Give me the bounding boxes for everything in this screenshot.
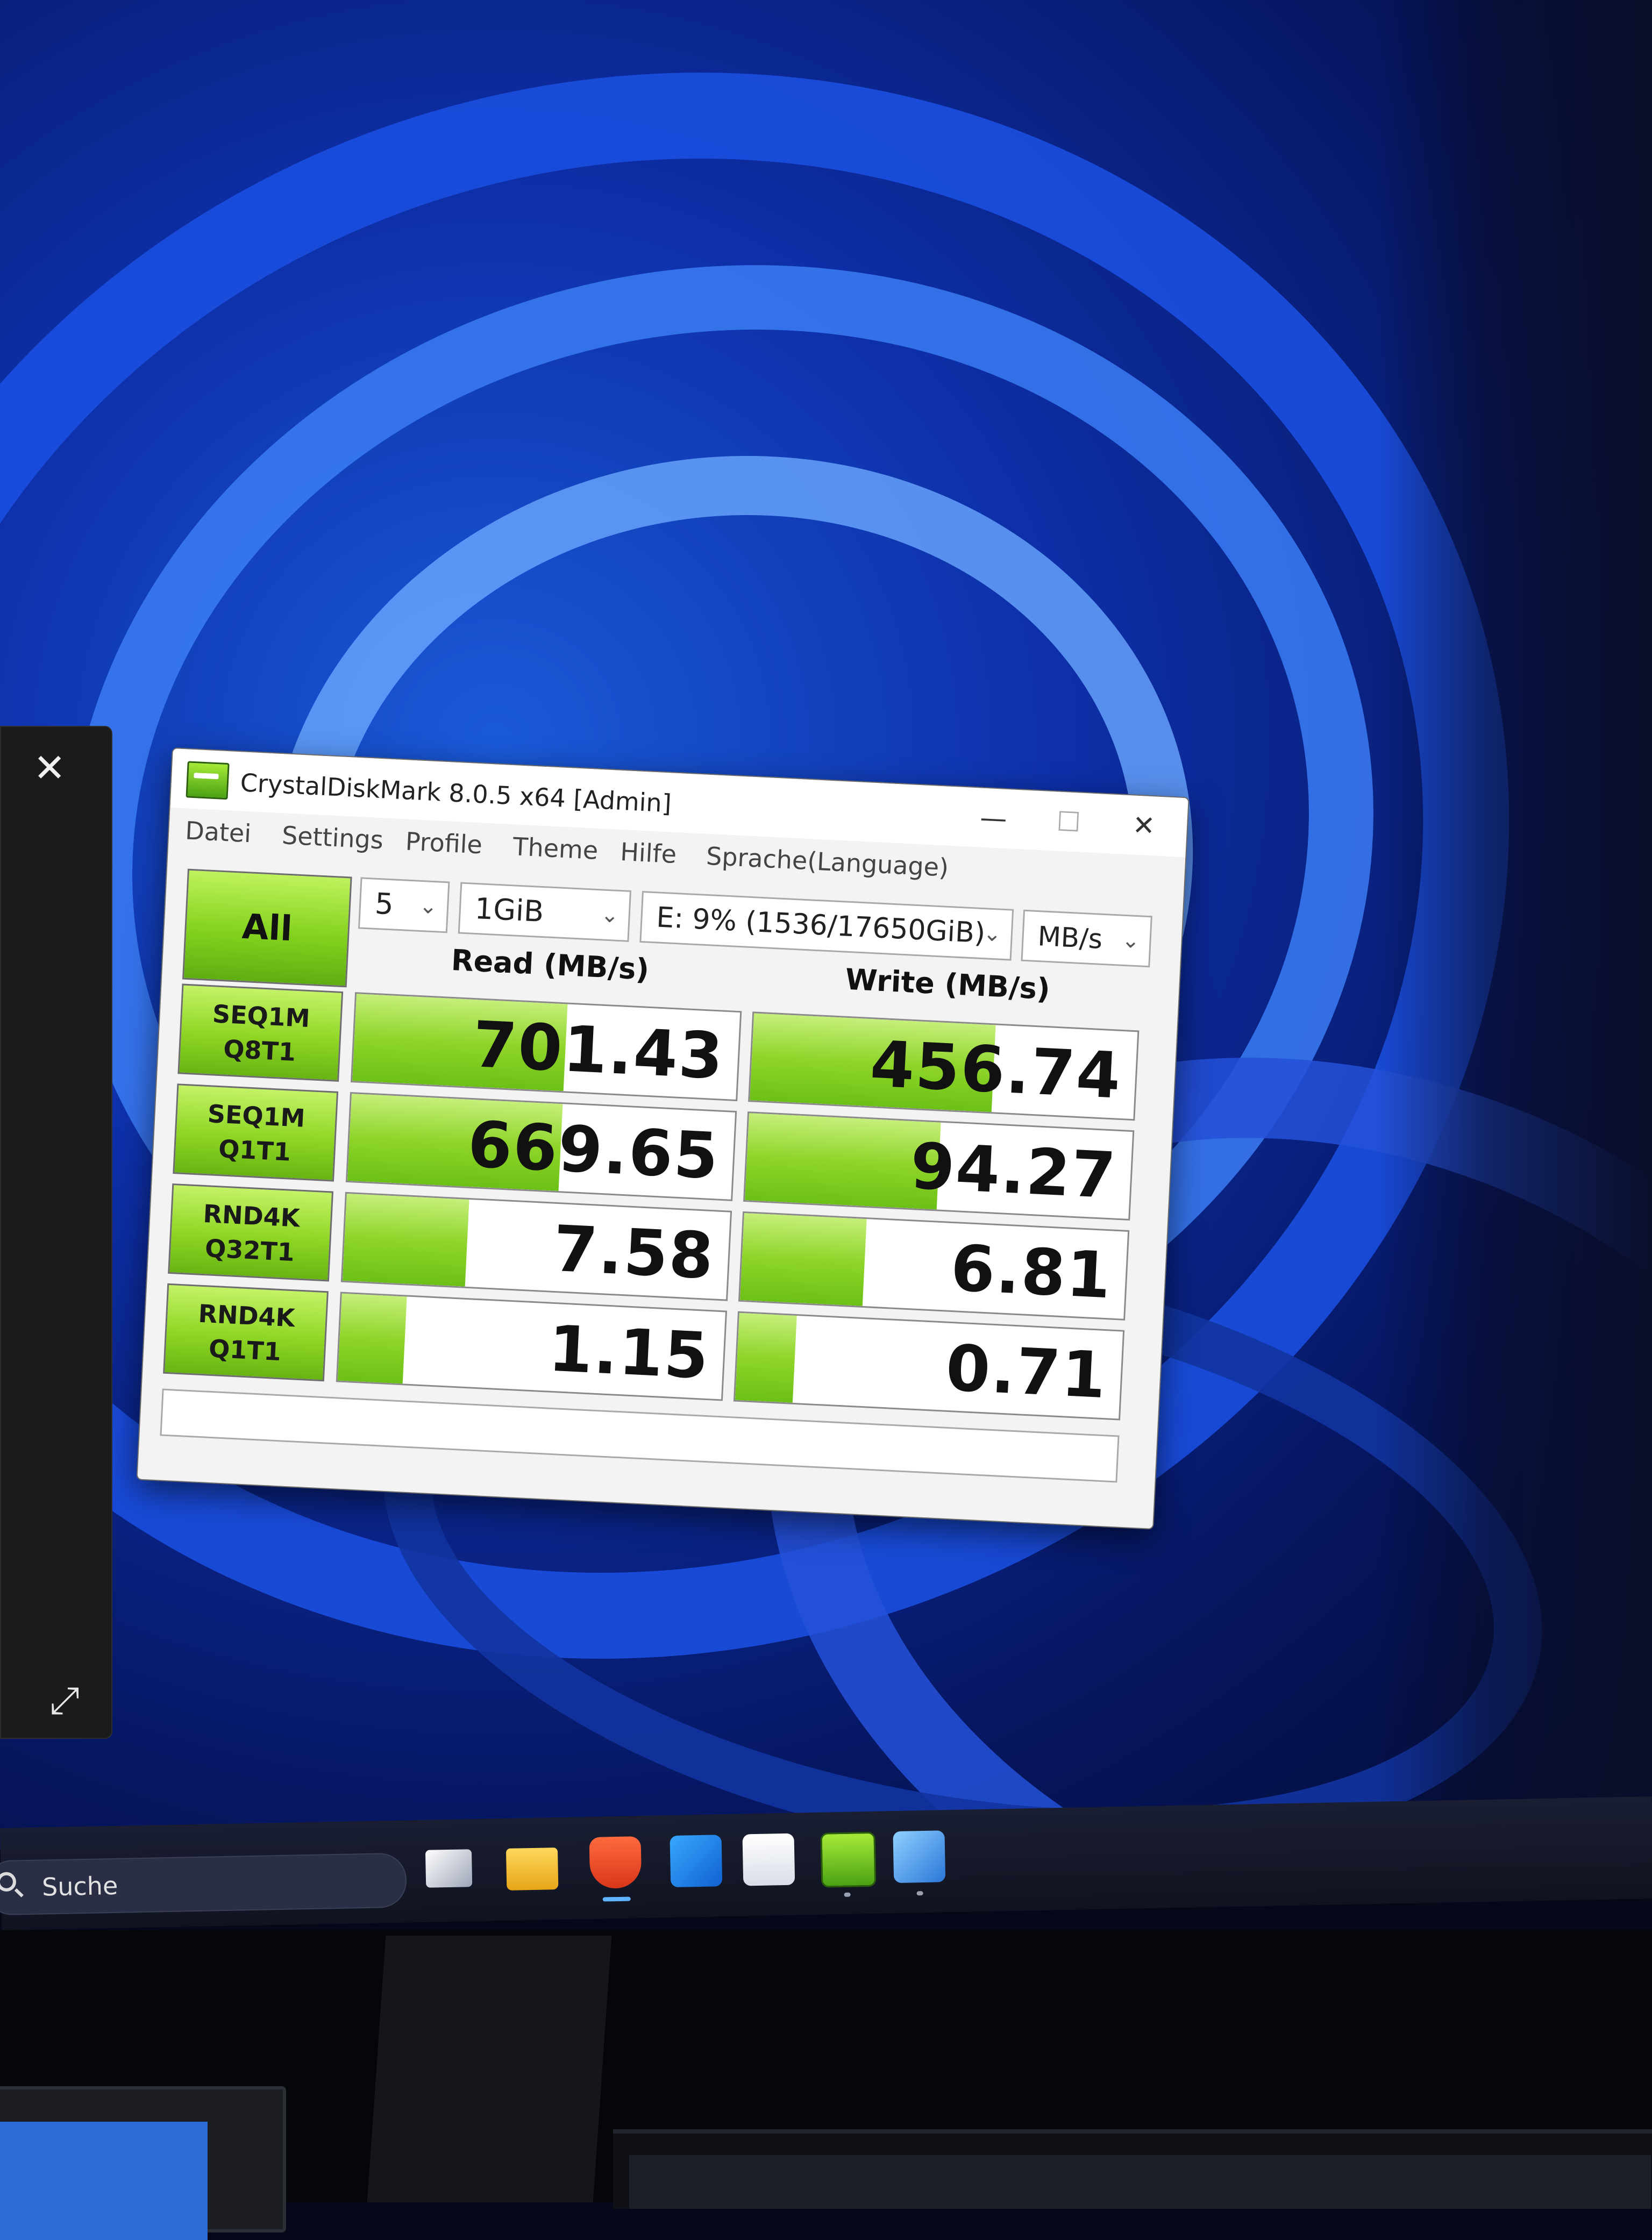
test-params: Q32T1	[204, 1233, 295, 1267]
test-button-seq1m-q1t1[interactable]: SEQ1M Q1T1	[173, 1083, 339, 1182]
brave-browser-icon[interactable]	[589, 1836, 642, 1889]
maximize-button[interactable]: ☐	[1036, 803, 1102, 841]
secondary-monitor	[0, 2086, 286, 2240]
lower-monitor	[613, 2129, 1652, 2209]
write-result-value: 6.81	[949, 1230, 1114, 1313]
lower-monitor-display	[629, 2155, 1651, 2209]
outlook-icon[interactable]	[670, 1835, 723, 1888]
test-size-value: 1GiB	[474, 891, 545, 929]
write-result-cell: 456.74	[748, 1011, 1140, 1121]
write-result-bar	[735, 1312, 797, 1403]
monitor-edge-shadow	[1377, 0, 1652, 1850]
minimize-button[interactable]: —	[960, 799, 1027, 838]
running-app-indicator	[916, 1891, 923, 1896]
menu-settings[interactable]: Settings	[281, 821, 384, 854]
chevron-down-icon: ⌄	[418, 893, 438, 919]
read-result-bar	[337, 1293, 407, 1384]
write-result-value: 456.74	[868, 1026, 1123, 1113]
read-result-cell: 1.15	[336, 1292, 728, 1401]
write-result-bar	[740, 1213, 867, 1306]
test-button-rnd4k-q1t1[interactable]: RND4K Q1T1	[163, 1283, 329, 1382]
read-result-bar	[342, 1193, 470, 1287]
taskbar-search[interactable]: Suche	[0, 1852, 407, 1916]
read-result-value: 1.15	[546, 1311, 711, 1394]
search-placeholder: Suche	[41, 1871, 118, 1902]
read-result-cell: 701.43	[350, 992, 742, 1102]
test-button-seq1m-q8t1[interactable]: SEQ1M Q8T1	[177, 983, 344, 1082]
unit-value: MB/s	[1037, 921, 1103, 955]
write-result-cell: 6.81	[738, 1211, 1130, 1321]
window-title: CrystalDiskMark 8.0.5 x64 [Admin]	[239, 768, 672, 818]
close-button[interactable]: ✕	[1111, 807, 1177, 845]
drive-select[interactable]: E: 9% (1536/17650GiB) ⌄	[639, 891, 1014, 961]
read-result-value: 7.58	[551, 1211, 716, 1294]
read-result-cell: 669.65	[345, 1092, 737, 1201]
test-button-rnd4k-q32t1[interactable]: RND4K Q32T1	[168, 1183, 334, 1282]
write-result-value: 0.71	[944, 1330, 1109, 1413]
task-view-icon[interactable]	[425, 1849, 473, 1888]
menu-hilfe[interactable]: Hilfe	[620, 837, 677, 869]
crystaldiskmark-icon	[186, 761, 230, 800]
write-result-cell: 94.27	[743, 1111, 1135, 1221]
write-result-value: 94.27	[909, 1129, 1119, 1213]
unit-select[interactable]: MB/s ⌄	[1021, 909, 1152, 968]
active-app-indicator	[602, 1896, 631, 1902]
write-result-cell: 0.71	[733, 1311, 1125, 1421]
write-column-header: Write (MB/s)	[844, 962, 1051, 1007]
chevron-down-icon: ⌄	[1121, 928, 1141, 954]
read-column-header: Read (MB/s)	[450, 943, 650, 987]
read-result-value: 669.65	[466, 1107, 721, 1194]
microsoft-store-icon[interactable]	[742, 1833, 795, 1886]
search-icon	[0, 1872, 17, 1892]
read-result-cell: 7.58	[340, 1192, 732, 1301]
crystaldiskmark-window: CrystalDiskMark 8.0.5 x64 [Admin] — ☐ ✕ …	[136, 747, 1190, 1530]
test-size-select[interactable]: 1GiB ⌄	[458, 882, 632, 942]
menu-datei[interactable]: Datei	[184, 816, 252, 848]
chevron-down-icon: ⌄	[600, 902, 620, 928]
side-panel: ✕ ⤢	[0, 726, 112, 1739]
menu-language[interactable]: Sprache(Language)	[706, 841, 949, 882]
read-result-value: 701.43	[471, 1007, 726, 1094]
photos-icon[interactable]	[893, 1830, 946, 1884]
crystaldiskmark-taskbar-icon[interactable]	[820, 1831, 877, 1888]
test-count-select[interactable]: 5 ⌄	[358, 877, 450, 933]
test-count-value: 5	[374, 886, 395, 922]
chevron-down-icon: ⌄	[982, 921, 1002, 947]
test-params: Q8T1	[223, 1034, 297, 1067]
running-app-indicator	[844, 1892, 851, 1897]
menu-profile[interactable]: Profile	[405, 826, 483, 859]
secondary-monitor-display	[0, 2122, 208, 2240]
monitor-stand	[367, 1936, 612, 2202]
expand-icon[interactable]: ⤢	[49, 1681, 80, 1719]
drive-value: E: 9% (1536/17650GiB)	[656, 901, 986, 950]
test-params: Q1T1	[218, 1134, 292, 1167]
run-all-button[interactable]: All	[182, 868, 352, 988]
test-params: Q1T1	[208, 1333, 282, 1367]
menu-theme[interactable]: Theme	[512, 832, 599, 865]
file-explorer-icon[interactable]	[505, 1847, 559, 1891]
close-icon[interactable]: ✕	[33, 748, 66, 787]
